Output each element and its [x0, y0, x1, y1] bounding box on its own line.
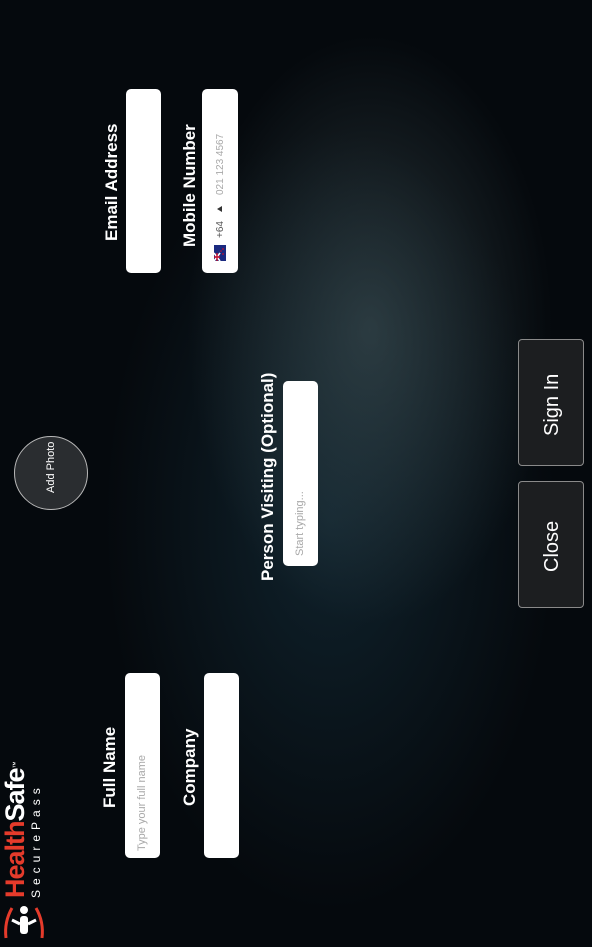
dropdown-arrow-icon[interactable] — [217, 206, 222, 212]
full-name-input[interactable]: Type your full name — [125, 673, 160, 858]
person-visiting-input[interactable]: Start typing... — [283, 381, 318, 566]
email-label: Email Address — [102, 123, 121, 241]
sign-in-label: Sign In — [541, 373, 563, 436]
email-input[interactable] — [126, 89, 161, 273]
company-input[interactable] — [204, 673, 239, 858]
brand-tagline: SecurePass — [29, 783, 43, 898]
close-button[interactable]: Close — [518, 481, 584, 608]
close-label: Close — [541, 520, 563, 572]
add-photo-button[interactable]: Add Photo — [14, 436, 88, 510]
country-code: +64 — [215, 221, 226, 238]
person-visiting-placeholder: Start typing... — [294, 491, 306, 556]
mobile-placeholder: 021 123 4567 — [215, 133, 226, 195]
full-name-label: Full Name — [100, 726, 119, 808]
nz-flag-icon — [214, 245, 226, 261]
mobile-label: Mobile Number — [180, 124, 199, 247]
mobile-input[interactable]: +64 021 123 4567 — [202, 89, 238, 273]
full-name-placeholder: Type your full name — [136, 755, 148, 851]
company-label: Company — [180, 728, 199, 806]
brand-trademark: ™ — [12, 761, 20, 769]
brand-name-safe: Safe — [0, 768, 30, 822]
sign-in-button[interactable]: Sign In — [518, 339, 584, 466]
person-visiting-label: Person Visiting (Optional) — [258, 372, 277, 581]
add-photo-label: Add Photo — [45, 441, 57, 493]
brand-name-health: Health — [0, 821, 30, 898]
healthsafe-logo-icon — [4, 906, 44, 939]
